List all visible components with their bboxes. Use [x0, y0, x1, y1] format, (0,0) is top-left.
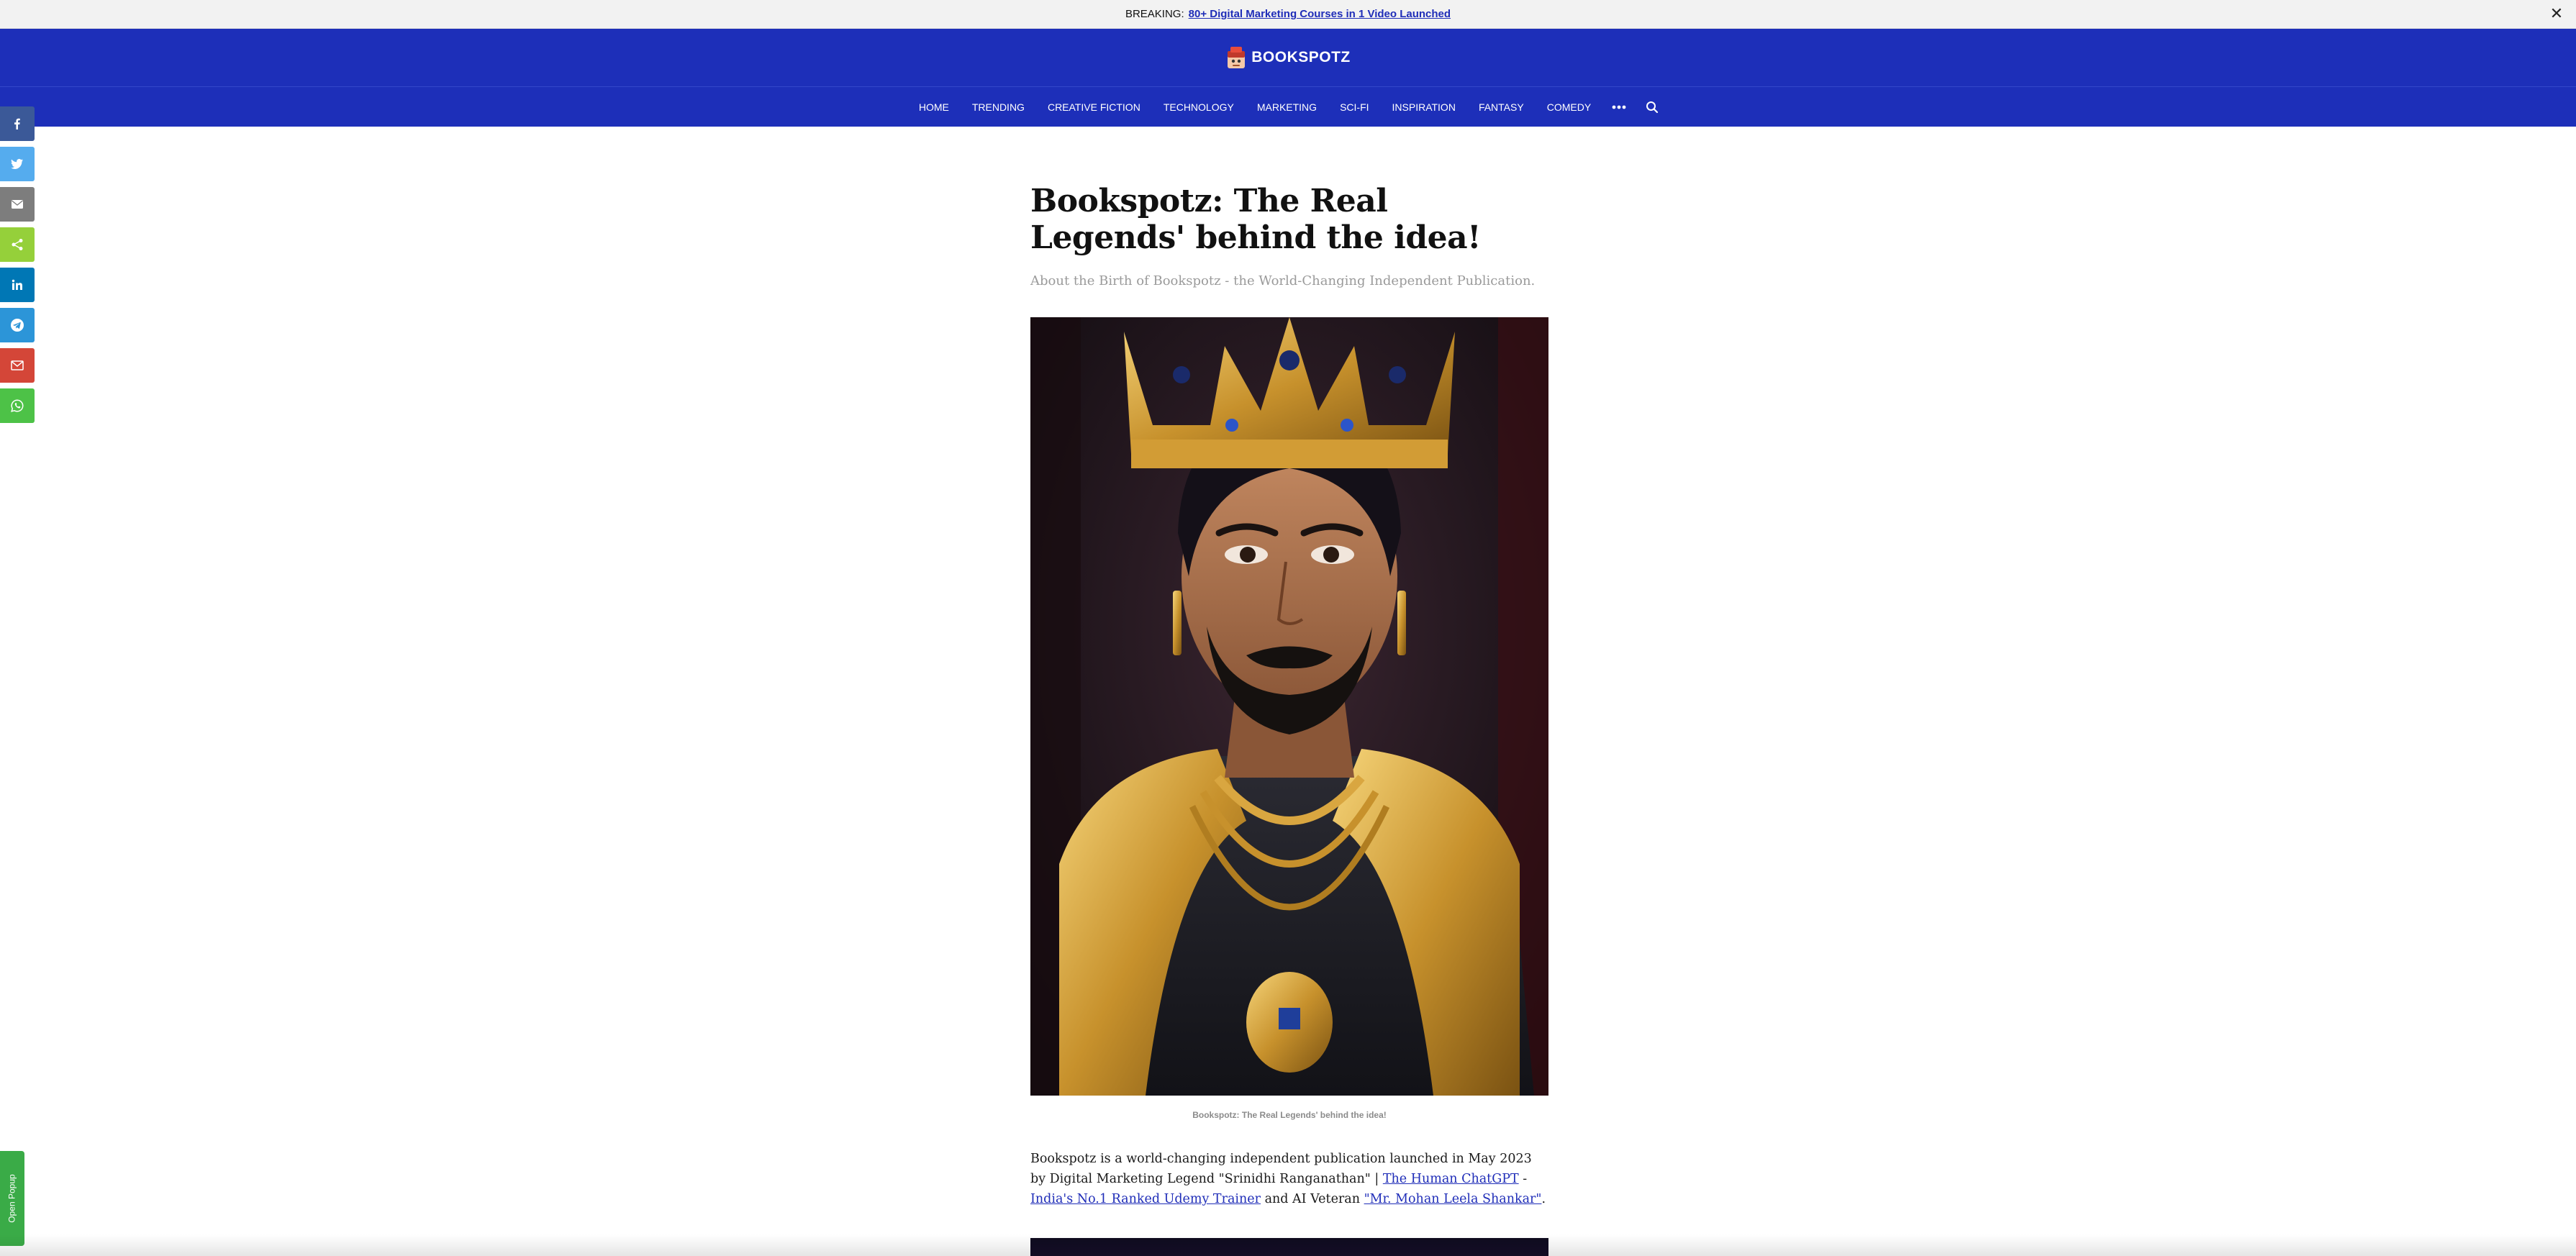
- nav-item-trending[interactable]: TRENDING: [961, 87, 1036, 127]
- email-icon: [12, 200, 23, 209]
- share-rail: [0, 106, 35, 429]
- link-human-chatgpt[interactable]: The Human ChatGPT: [1383, 1172, 1519, 1186]
- article-intro: Bookspotz is a world-changing independen…: [1030, 1149, 1548, 1209]
- nav-item-sci-fi[interactable]: SCI-FI: [1328, 87, 1380, 127]
- logo-icon: [1225, 45, 1247, 70]
- article-title: Bookspotz: The Real Legends' behind the …: [1030, 183, 1481, 256]
- nav-item-marketing[interactable]: MARKETING: [1246, 87, 1328, 127]
- nav-item-comedy[interactable]: COMEDY: [1536, 87, 1602, 127]
- intro-text-3: and AI Veteran: [1261, 1192, 1364, 1206]
- breaking-news-link[interactable]: 80+ Digital Marketing Courses in 1 Video…: [1189, 8, 1451, 20]
- hero-caption: Bookspotz: The Real Legends' behind the …: [1192, 1110, 1387, 1120]
- general-share-button[interactable]: [0, 227, 35, 262]
- close-icon[interactable]: ✕: [2547, 4, 2566, 23]
- hero-image: [1030, 317, 1548, 1096]
- intro-text-4: .: [1541, 1192, 1546, 1206]
- linkedin-icon: [12, 279, 22, 290]
- facebook-icon: [14, 118, 20, 129]
- twitter-icon: [11, 158, 23, 169]
- open-popup-tab[interactable]: Open Popup: [0, 1151, 24, 1246]
- article: Bookspotz: The Real Legends' behind the …: [1030, 127, 1548, 1256]
- article-subtitle: About the Birth of Bookspotz - the World…: [1030, 273, 1536, 288]
- whatsapp-share-button[interactable]: [0, 388, 35, 423]
- nav-item-technology[interactable]: TECHNOLOGY: [1152, 87, 1246, 127]
- nav-item-fantasy[interactable]: FANTASY: [1467, 87, 1536, 127]
- email-share-button[interactable]: [0, 187, 35, 222]
- share-icon: [12, 239, 23, 250]
- nav-item-home[interactable]: HOME: [907, 87, 961, 127]
- breaking-label: BREAKING:: [1125, 8, 1184, 20]
- search-icon[interactable]: [1641, 87, 1663, 127]
- gmail-icon: [11, 360, 24, 370]
- gmail-share-button[interactable]: [0, 348, 35, 383]
- popup-label: Open Popup: [7, 1174, 18, 1223]
- logo-text: BOOKSPOTZ: [1251, 49, 1351, 65]
- telegram-share-button[interactable]: [0, 308, 35, 342]
- link-mohan-leela-shankar[interactable]: "Mr. Mohan Leela Shankar": [1364, 1192, 1542, 1206]
- link-udemy-trainer[interactable]: India's No.1 Ranked Udemy Trainer: [1030, 1192, 1261, 1206]
- site-logo[interactable]: BOOKSPOTZ: [1225, 45, 1351, 70]
- main-nav: HOME TRENDING CREATIVE FICTION TECHNOLOG…: [0, 86, 2576, 127]
- intro-text-2: -: [1518, 1172, 1528, 1186]
- facebook-share-button[interactable]: [0, 106, 35, 141]
- more-dots-icon[interactable]: [1608, 87, 1630, 127]
- nav-item-inspiration[interactable]: INSPIRATION: [1381, 87, 1467, 127]
- next-image: [1030, 1238, 1548, 1256]
- nav-item-creative-fiction[interactable]: CREATIVE FICTION: [1036, 87, 1152, 127]
- telegram-icon: [11, 319, 24, 332]
- site-header: BOOKSPOTZ: [0, 29, 2576, 86]
- breaking-news-bar: BREAKING: 80+ Digital Marketing Courses …: [0, 0, 2576, 29]
- linkedin-share-button[interactable]: [0, 268, 35, 302]
- whatsapp-icon: [11, 399, 24, 412]
- twitter-share-button[interactable]: [0, 147, 35, 181]
